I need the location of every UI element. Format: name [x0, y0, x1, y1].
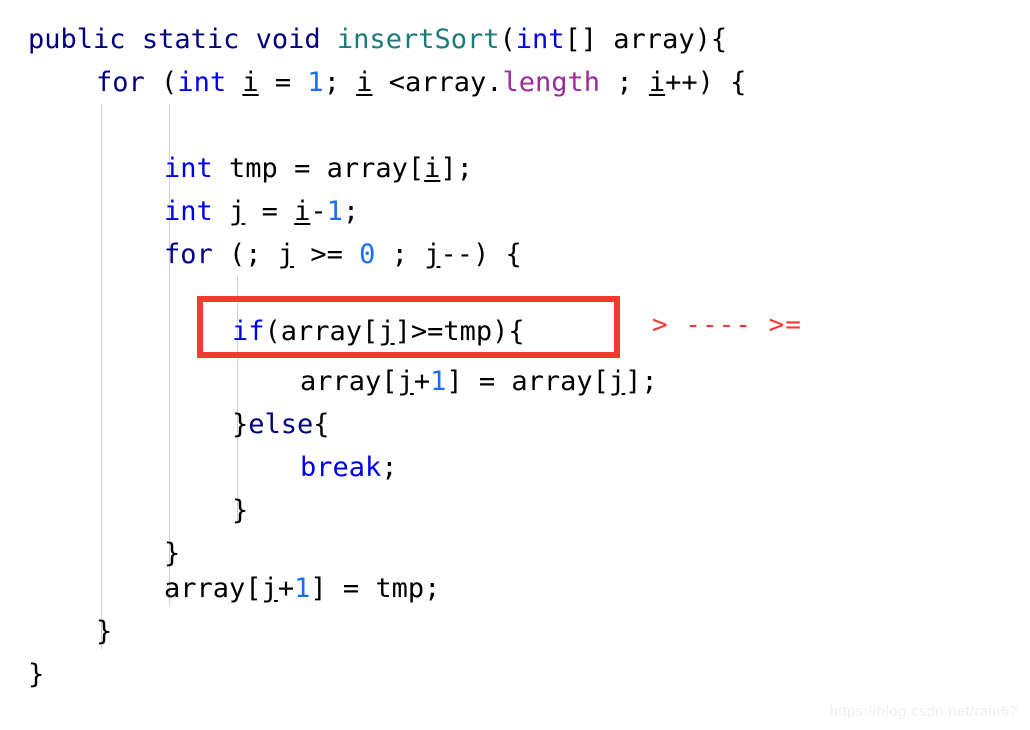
code-line-5: int j = i-1; — [164, 196, 360, 227]
code-line-11: break; — [300, 452, 398, 483]
watermark-text: https://blog.csdn.net/rain67 — [829, 703, 1018, 720]
red-highlight-box — [197, 296, 620, 358]
code-line-14: array[j+1] = tmp; — [164, 573, 441, 604]
red-annotation-text: > ---- >= — [652, 310, 802, 340]
code-line-9: array[j+1] = array[j]; — [300, 366, 658, 397]
code-line-12: } — [232, 495, 249, 526]
code-line-16: } — [28, 659, 45, 690]
code-line-10: }else{ — [232, 409, 330, 440]
code-block: public static void insertSort(int[] arra… — [0, 0, 1030, 730]
code-line-2: for (int i = 1; i <array.length ; i++) { — [96, 67, 747, 98]
code-line-4: int tmp = array[i]; — [164, 153, 473, 184]
code-line-6: for (; j >= 0 ; j--) { — [164, 239, 522, 270]
code-line-15: } — [96, 616, 113, 647]
code-screenshot: public static void insertSort(int[] arra… — [0, 0, 1030, 730]
code-line-1: public static void insertSort(int[] arra… — [28, 24, 728, 55]
